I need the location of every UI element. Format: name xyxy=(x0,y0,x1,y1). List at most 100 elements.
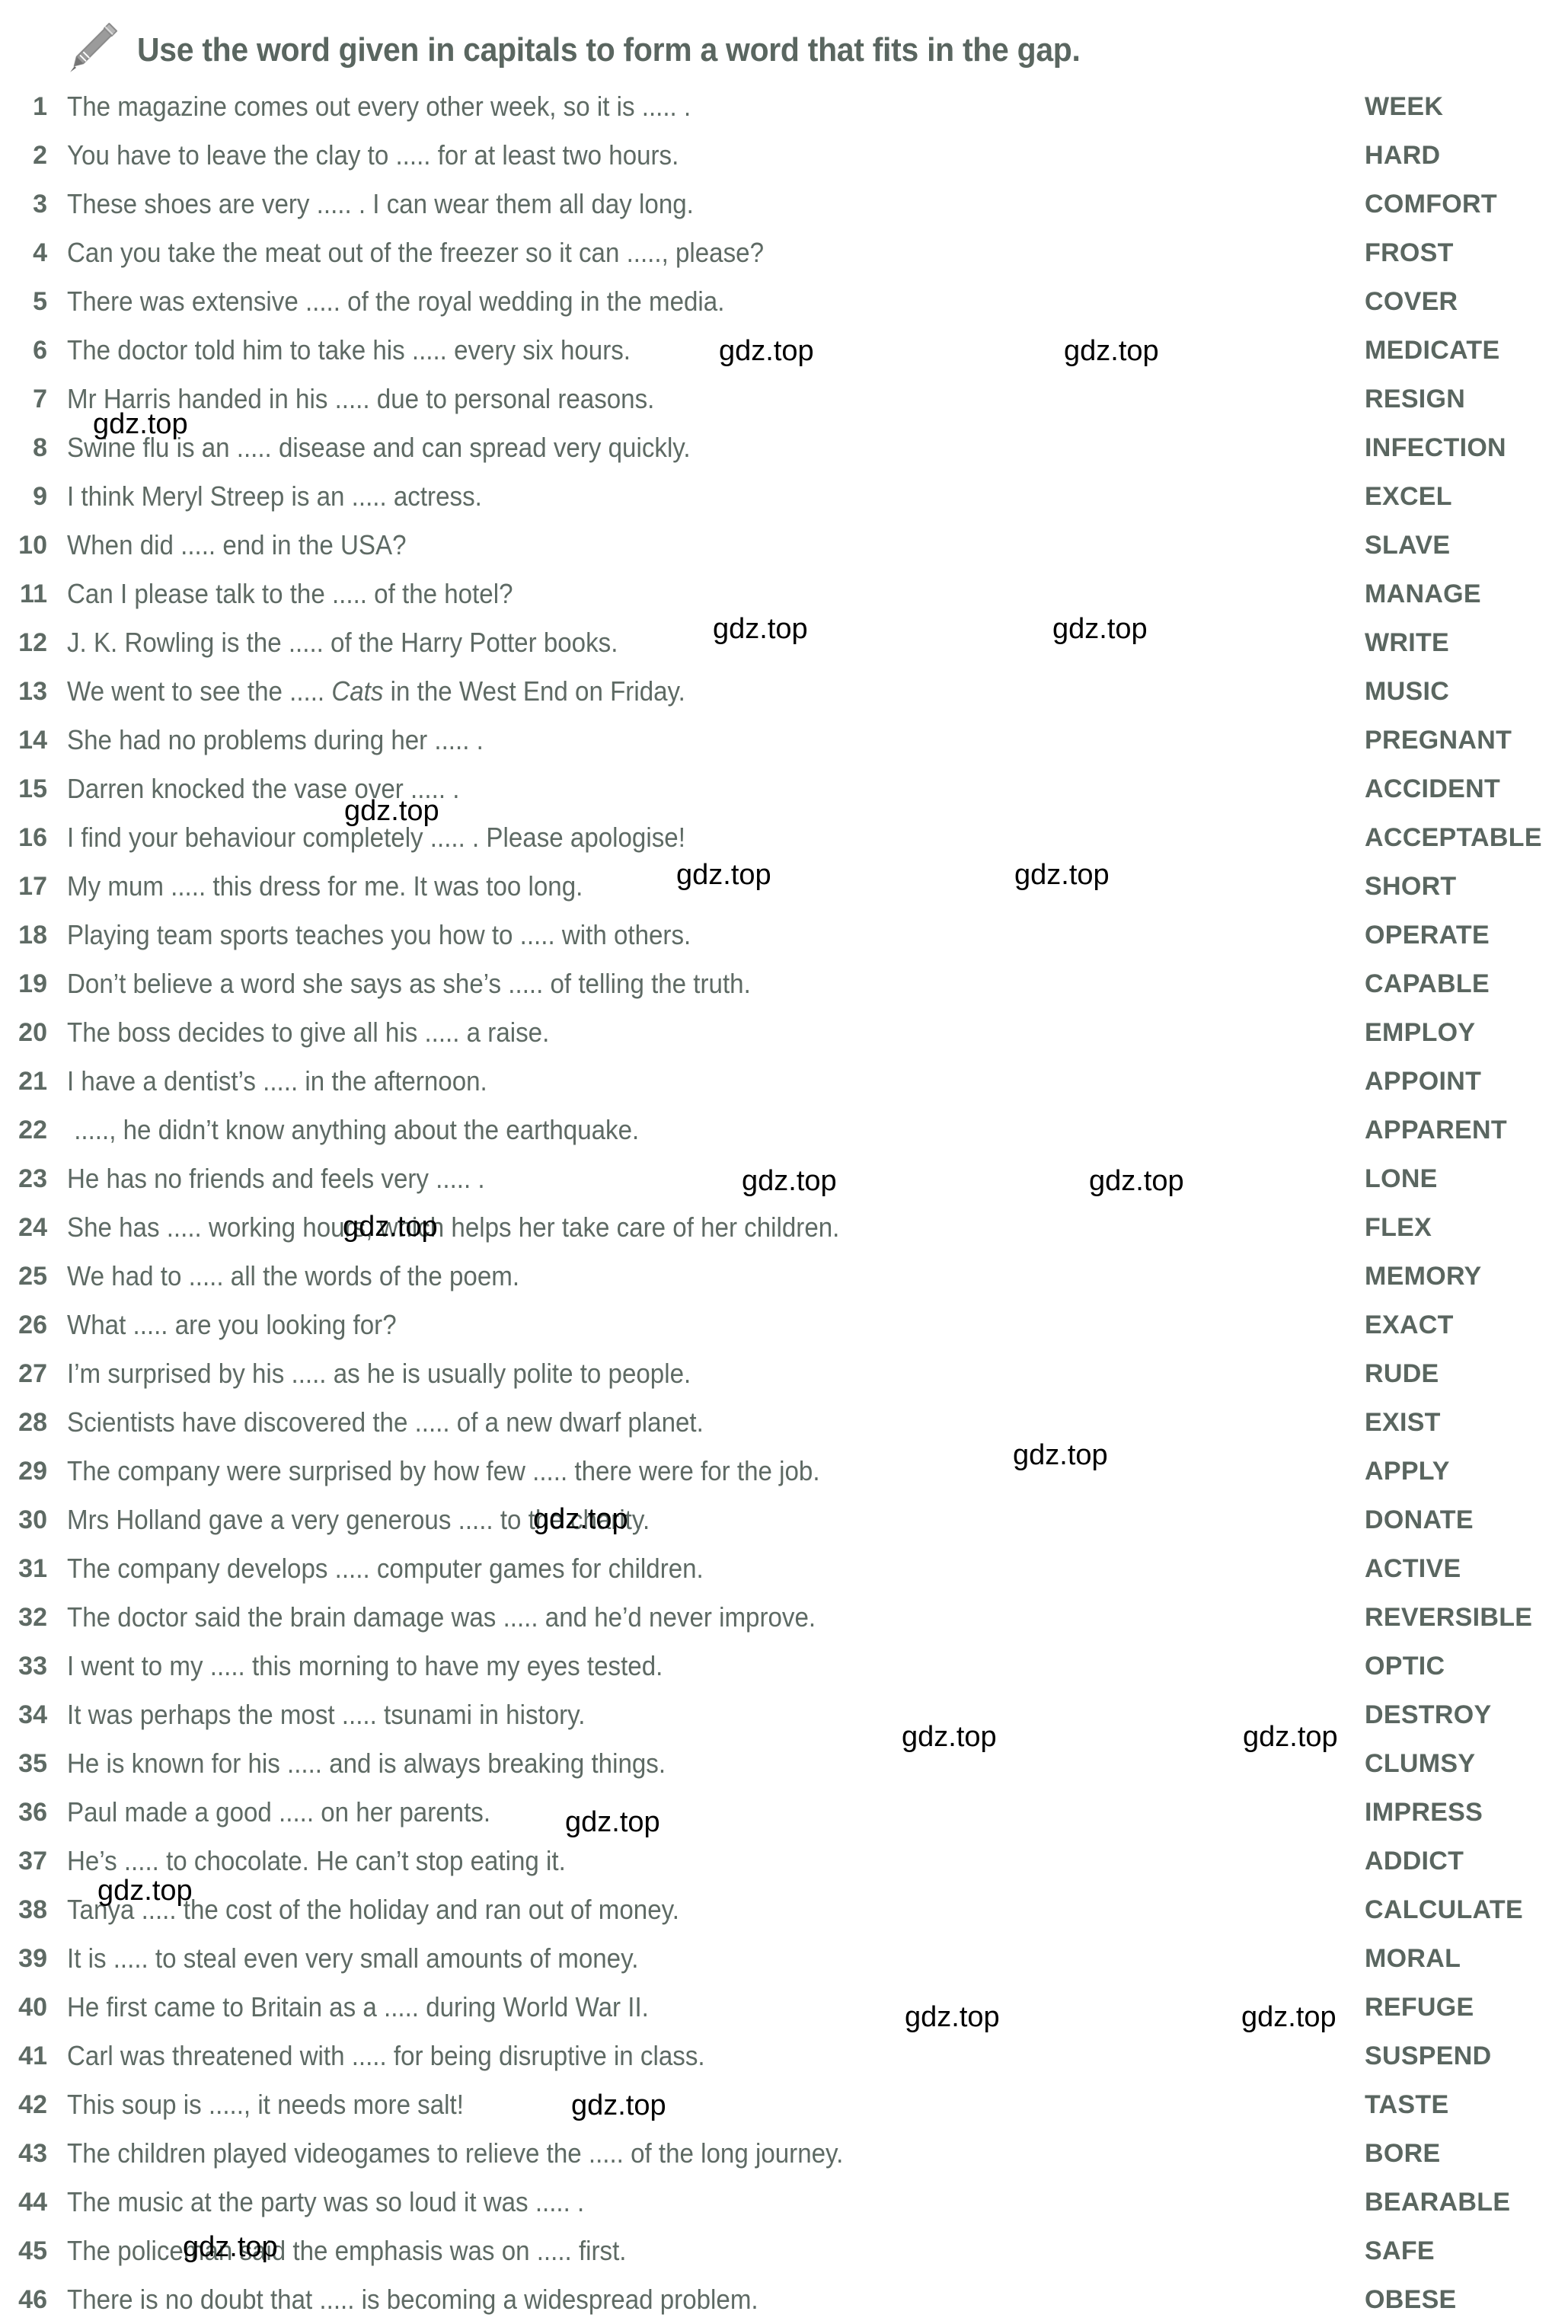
question-number: 46 xyxy=(18,2285,47,2314)
question-row: 23 He has no friends and feels very .....… xyxy=(0,1154,1568,1203)
question-text: We had to ..... all the words of the poe… xyxy=(67,1260,520,1291)
question-number: 7 xyxy=(33,385,47,413)
question-text: Carl was threatened with ..... for being… xyxy=(67,2040,705,2071)
question-text: I have a dentist’s ..... in the afternoo… xyxy=(67,1065,487,1097)
question-text: Can I please talk to the ..... of the ho… xyxy=(67,578,513,609)
question-text: The policeman said the emphasis was on .… xyxy=(67,2235,627,2266)
question-number: 39 xyxy=(18,1944,47,1973)
prompt-word: EXCEL xyxy=(1365,482,1452,511)
question-row: 1 The magazine comes out every other week… xyxy=(0,82,1568,131)
question-row: 46 There is no doubt that ..... is becomi… xyxy=(0,2275,1568,2324)
question-text: He has no friends and feels very ..... . xyxy=(67,1163,485,1194)
question-row: 33 I went to my ..... this morning to hav… xyxy=(0,1642,1568,1690)
question-number: 23 xyxy=(18,1164,47,1193)
prompt-word: APPLY xyxy=(1365,1457,1450,1486)
question-text: The doctor told him to take his ..... ev… xyxy=(67,334,631,366)
question-text: These shoes are very ..... . I can wear … xyxy=(67,188,694,219)
question-text: When did ..... end in the USA? xyxy=(67,529,407,560)
question-row: 31 The company develops ..... computer ga… xyxy=(0,1544,1568,1593)
question-text: Scientists have discovered the ..... of … xyxy=(67,1406,704,1438)
question-number: 8 xyxy=(33,433,47,462)
prompt-word: CLUMSY xyxy=(1365,1749,1476,1778)
page-title: Use the word given in capitals to form a… xyxy=(137,31,1081,69)
question-text: What ..... are you looking for? xyxy=(67,1309,397,1340)
question-row: 21 I have a dentist’s ..... in the aftern… xyxy=(0,1057,1568,1106)
question-text: She had no problems during her ..... . xyxy=(67,724,484,755)
question-row: 40 He first came to Britain as a ..... du… xyxy=(0,1983,1568,2032)
question-row: 41 Carl was threatened with ..... for bei… xyxy=(0,2032,1568,2080)
prompt-word: WEEK xyxy=(1365,92,1444,121)
question-text: Paul made a good ..... on her parents. xyxy=(67,1796,491,1828)
question-text: He’s ..... to chocolate. He can’t stop e… xyxy=(67,1845,566,1876)
question-number: 37 xyxy=(18,1847,47,1875)
question-row: 5 There was extensive ..... of the royal … xyxy=(0,277,1568,326)
question-text: Swine flu is an ..... disease and can sp… xyxy=(67,432,691,463)
question-text: She has ..... working hours, which helps… xyxy=(67,1211,840,1243)
prompt-word: MEDICATE xyxy=(1365,336,1500,365)
question-text: I’m surprised by his ..... as he is usua… xyxy=(67,1358,691,1389)
prompt-word: IMPRESS xyxy=(1365,1798,1483,1827)
prompt-word: FROST xyxy=(1365,238,1454,267)
question-number: 3 xyxy=(33,190,47,219)
question-text: The company were surprised by how few ..… xyxy=(67,1455,820,1486)
question-text: I think Meryl Streep is an ..... actress… xyxy=(67,480,482,512)
question-row: 9 I think Meryl Streep is an ..... actres… xyxy=(0,472,1568,521)
prompt-word: OPTIC xyxy=(1365,1652,1445,1681)
exercise-header: Use the word given in capitals to form a… xyxy=(0,14,1568,87)
question-number: 18 xyxy=(18,921,47,950)
question-row: 19 Don’t believe a word she says as she’s… xyxy=(0,959,1568,1008)
question-row: 13 We went to see the ..... Cats in the W… xyxy=(0,667,1568,716)
prompt-word: REFUGE xyxy=(1365,1993,1474,2022)
question-row: 18 Playing team sports teaches you how to… xyxy=(0,911,1568,959)
question-number: 25 xyxy=(18,1262,47,1291)
prompt-word: OPERATE xyxy=(1365,921,1490,950)
prompt-word: LONE xyxy=(1365,1164,1438,1193)
question-text: The doctor said the brain damage was ...… xyxy=(67,1601,816,1633)
question-text: ....., he didn’t know anything about the… xyxy=(67,1114,640,1145)
question-row: 20 The boss decides to give all his .....… xyxy=(0,1008,1568,1057)
question-row: 6 The doctor told him to take his ..... e… xyxy=(0,326,1568,375)
question-row: 8 Swine flu is an ..... disease and can s… xyxy=(0,423,1568,472)
question-row: 30 Mrs Holland gave a very generous .....… xyxy=(0,1496,1568,1544)
prompt-word: BEARABLE xyxy=(1365,2188,1511,2217)
question-text: The company develops ..... computer game… xyxy=(67,1553,704,1584)
prompt-word: MANAGE xyxy=(1365,579,1481,608)
question-row: 45 The policeman said the emphasis was on… xyxy=(0,2227,1568,2275)
question-row: 7 Mr Harris handed in his ..... due to pe… xyxy=(0,375,1568,423)
question-number: 42 xyxy=(18,2090,47,2119)
question-row: 24 She has ..... working hours, which hel… xyxy=(0,1203,1568,1252)
prompt-word: MORAL xyxy=(1365,1944,1461,1973)
prompt-word: OBESE xyxy=(1365,2285,1457,2314)
prompt-word: CAPABLE xyxy=(1365,969,1490,998)
question-row: 39 It is ..... to steal even very small a… xyxy=(0,1934,1568,1983)
question-row: 12 J. K. Rowling is the ..... of the Harr… xyxy=(0,618,1568,667)
question-number: 22 xyxy=(18,1116,47,1144)
prompt-word: INFECTION xyxy=(1365,433,1506,462)
question-row: 34 It was perhaps the most ..... tsunami … xyxy=(0,1690,1568,1739)
prompt-word: MEMORY xyxy=(1365,1262,1482,1291)
question-row: 4 Can you take the meat out of the freeze… xyxy=(0,228,1568,277)
question-row: 11 Can I please talk to the ..... of the … xyxy=(0,570,1568,618)
question-number: 30 xyxy=(18,1505,47,1534)
question-number: 16 xyxy=(18,823,47,852)
question-text: I went to my ..... this morning to have … xyxy=(67,1650,663,1681)
question-text: Mr Harris handed in his ..... due to per… xyxy=(67,383,655,414)
pencil-icon xyxy=(70,22,118,72)
question-row: 22 ....., he didn’t know anything about … xyxy=(0,1106,1568,1154)
prompt-word: RUDE xyxy=(1365,1359,1439,1388)
prompt-word: EXIST xyxy=(1365,1408,1441,1437)
question-row: 27 I’m surprised by his ..... as he is us… xyxy=(0,1349,1568,1398)
prompt-word: COVER xyxy=(1365,287,1458,316)
question-text: J. K. Rowling is the ..... of the Harry … xyxy=(67,627,618,658)
question-text: There was extensive ..... of the royal w… xyxy=(67,286,725,317)
question-number: 45 xyxy=(18,2236,47,2265)
question-row: 29 The company were surprised by how few … xyxy=(0,1447,1568,1496)
question-text: Mrs Holland gave a very generous ..... t… xyxy=(67,1504,650,1535)
question-text: You have to leave the clay to ..... for … xyxy=(67,139,679,171)
question-text: My mum ..... this dress for me. It was t… xyxy=(67,870,583,902)
prompt-word: ACCIDENT xyxy=(1365,774,1501,803)
question-text: He first came to Britain as a ..... duri… xyxy=(67,1991,649,2022)
question-number: 14 xyxy=(18,726,47,755)
question-number: 33 xyxy=(18,1652,47,1681)
question-text: The children played videogames to reliev… xyxy=(67,2137,844,2169)
